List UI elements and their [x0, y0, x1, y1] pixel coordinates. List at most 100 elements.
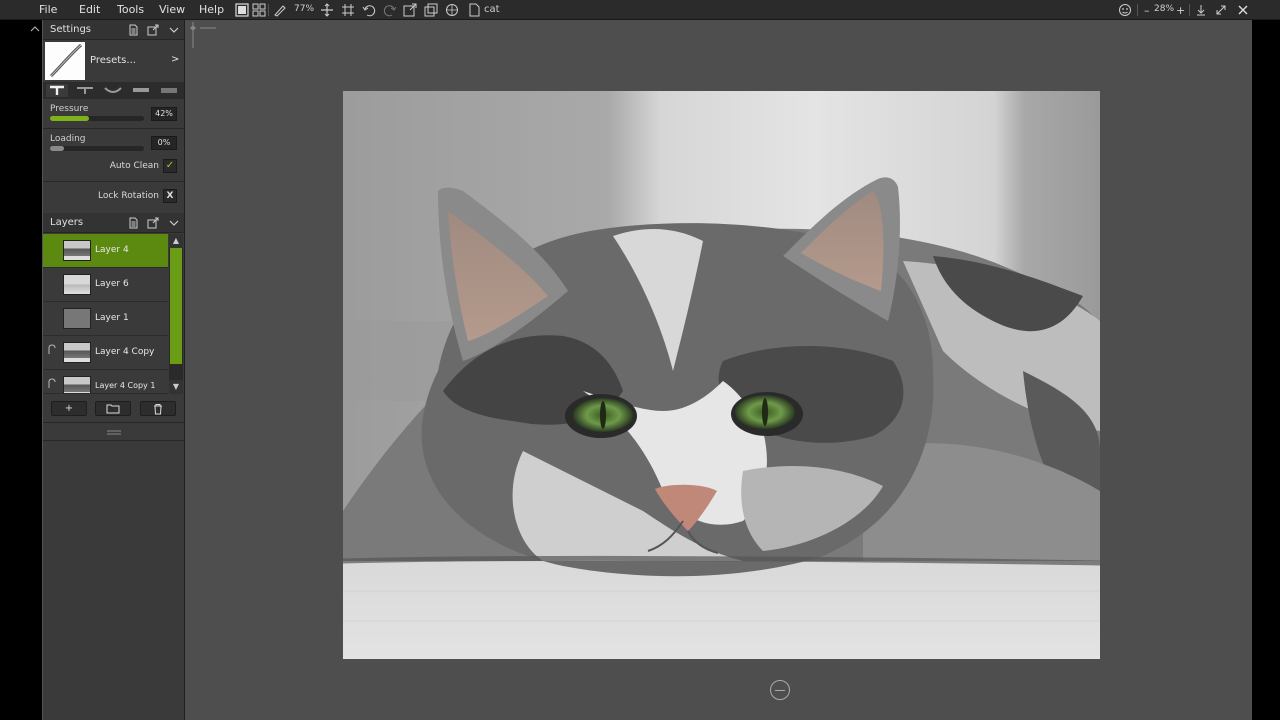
zoom-level-readout: 28% [1154, 4, 1175, 14]
divider [43, 422, 184, 423]
layer-name: Layer 4 Copy [95, 347, 155, 357]
panel-resize-handle-icon[interactable] [107, 430, 121, 436]
export-icon[interactable] [403, 3, 417, 17]
detach-panel-icon[interactable] [147, 217, 159, 229]
auto-clean-checkbox[interactable]: ✓ [163, 159, 177, 173]
loading-label: Loading [50, 134, 86, 144]
settings-header: Settings [43, 20, 184, 40]
brush-icon[interactable] [273, 3, 287, 17]
menu-file[interactable]: File [39, 3, 57, 16]
fullscreen-icon[interactable] [1214, 3, 1228, 17]
layer-thumbnail [63, 274, 91, 295]
side-panel: Settings Presets... > Pressure 42% Loadi… [42, 20, 185, 720]
scroll-up-icon[interactable]: ▲ [169, 234, 183, 248]
panel-left-edge [42, 20, 43, 720]
document-icon[interactable] [127, 24, 139, 36]
settings-title: Settings [50, 24, 92, 35]
transform-icon[interactable] [320, 3, 334, 17]
reference-icon[interactable] [445, 3, 459, 17]
scroll-thumb[interactable] [170, 248, 182, 364]
tip-wide-icon[interactable] [158, 84, 180, 97]
layers-title: Layers [50, 217, 84, 228]
auto-clean-label: Auto Clean [109, 161, 159, 171]
presets-label[interactable]: Presets... [90, 55, 136, 66]
menu-help[interactable]: Help [199, 3, 224, 16]
divider [43, 440, 184, 441]
document-icon [467, 3, 481, 17]
toolbar-separator [268, 4, 269, 16]
document-name: cat [484, 4, 500, 15]
zoom-out-button[interactable]: – [1144, 4, 1150, 17]
zoom-in-button[interactable]: + [1176, 4, 1185, 17]
tip-flat-icon[interactable] [46, 84, 68, 97]
loading-value[interactable]: 0% [151, 136, 177, 150]
brush-presets[interactable]: Presets... > [43, 40, 184, 102]
layer-name: Layer 1 [95, 313, 129, 323]
lock-rotation-label: Lock Rotation [97, 191, 159, 201]
loading-slider-fill [50, 146, 64, 151]
add-group-button[interactable] [95, 401, 131, 416]
presets-arrow-icon[interactable]: > [171, 54, 179, 65]
smiley-icon[interactable] [1118, 3, 1132, 17]
layer-row-layer-1[interactable]: Layer 1 [43, 302, 168, 336]
tip-fan-icon[interactable] [130, 84, 152, 97]
layer-row-layer-4-copy-1[interactable]: Layer 4 Copy 1 [43, 370, 168, 394]
layer-name: Layer 6 [95, 279, 129, 289]
layer-thumbnail [63, 342, 91, 363]
brush-preview-icon [45, 42, 85, 80]
painting-canvas[interactable] [343, 91, 1100, 659]
download-icon[interactable] [1194, 3, 1208, 17]
lock-rotation-toggle[interactable]: X [163, 189, 177, 203]
chevron-down-icon[interactable] [168, 24, 180, 36]
add-layer-button[interactable]: + [51, 401, 87, 416]
menu-bar: File Edit Tools View Help 77% cat – 28% … [0, 0, 1280, 20]
layer-name: Layer 4 Copy 1 [95, 381, 156, 390]
pressure-label: Pressure [50, 104, 89, 114]
canvas-rotate-handle-icon[interactable] [770, 680, 790, 700]
layers-header: Layers [43, 213, 184, 233]
clip-link-icon [47, 344, 57, 359]
loading-slider[interactable] [50, 146, 144, 151]
undo-icon[interactable] [362, 3, 376, 17]
pressure-slider-fill [50, 116, 90, 121]
tip-round-icon[interactable] [102, 84, 124, 97]
menu-tools[interactable]: Tools [117, 3, 144, 16]
pressure-value[interactable]: 42% [151, 107, 177, 121]
cat-painting [343, 91, 1100, 659]
brush-size-readout: 77% [294, 4, 315, 14]
divider [43, 181, 184, 182]
layer-thumbnail [63, 376, 91, 393]
layer-row-layer-4-copy[interactable]: Layer 4 Copy [43, 336, 168, 370]
redo-icon[interactable] [383, 3, 397, 17]
canvas-view-icon[interactable] [235, 3, 249, 17]
layer-thumbnail [63, 240, 91, 261]
layers-scrollbar[interactable]: ▲ ▼ [169, 234, 183, 394]
clip-link-icon [47, 378, 57, 393]
document-icon[interactable] [127, 217, 139, 229]
tip-angle-icon[interactable] [74, 84, 96, 97]
layers-list: Layer 4 Layer 6 Layer 1 Layer 4 Copy Lay… [43, 234, 184, 394]
delete-layer-button[interactable] [140, 401, 176, 416]
toolbar-separator [1189, 4, 1190, 16]
close-icon[interactable] [1236, 3, 1250, 17]
copy-icon[interactable] [424, 3, 438, 17]
grid-icon[interactable] [341, 3, 355, 17]
menu-edit[interactable]: Edit [79, 3, 100, 16]
left-border [0, 20, 42, 720]
detach-panel-icon[interactable] [147, 24, 159, 36]
grid-view-icon[interactable] [252, 3, 266, 17]
divider [43, 128, 184, 129]
toolbar-separator [1137, 4, 1138, 16]
scroll-down-icon[interactable]: ▼ [169, 380, 183, 394]
trash-icon [154, 404, 162, 415]
layer-row-layer-6[interactable]: Layer 6 [43, 268, 168, 302]
layer-row-layer-4[interactable]: Layer 4 [43, 234, 168, 268]
layer-thumbnail [63, 308, 91, 329]
brush-tip-tabs [43, 82, 184, 99]
chevron-down-icon[interactable] [168, 217, 180, 229]
collapse-panel-icon[interactable] [30, 24, 40, 34]
pressure-slider[interactable] [50, 116, 144, 121]
ruler-guide-icon[interactable] [190, 22, 220, 48]
menu-view[interactable]: View [159, 3, 185, 16]
right-border [1252, 20, 1280, 720]
